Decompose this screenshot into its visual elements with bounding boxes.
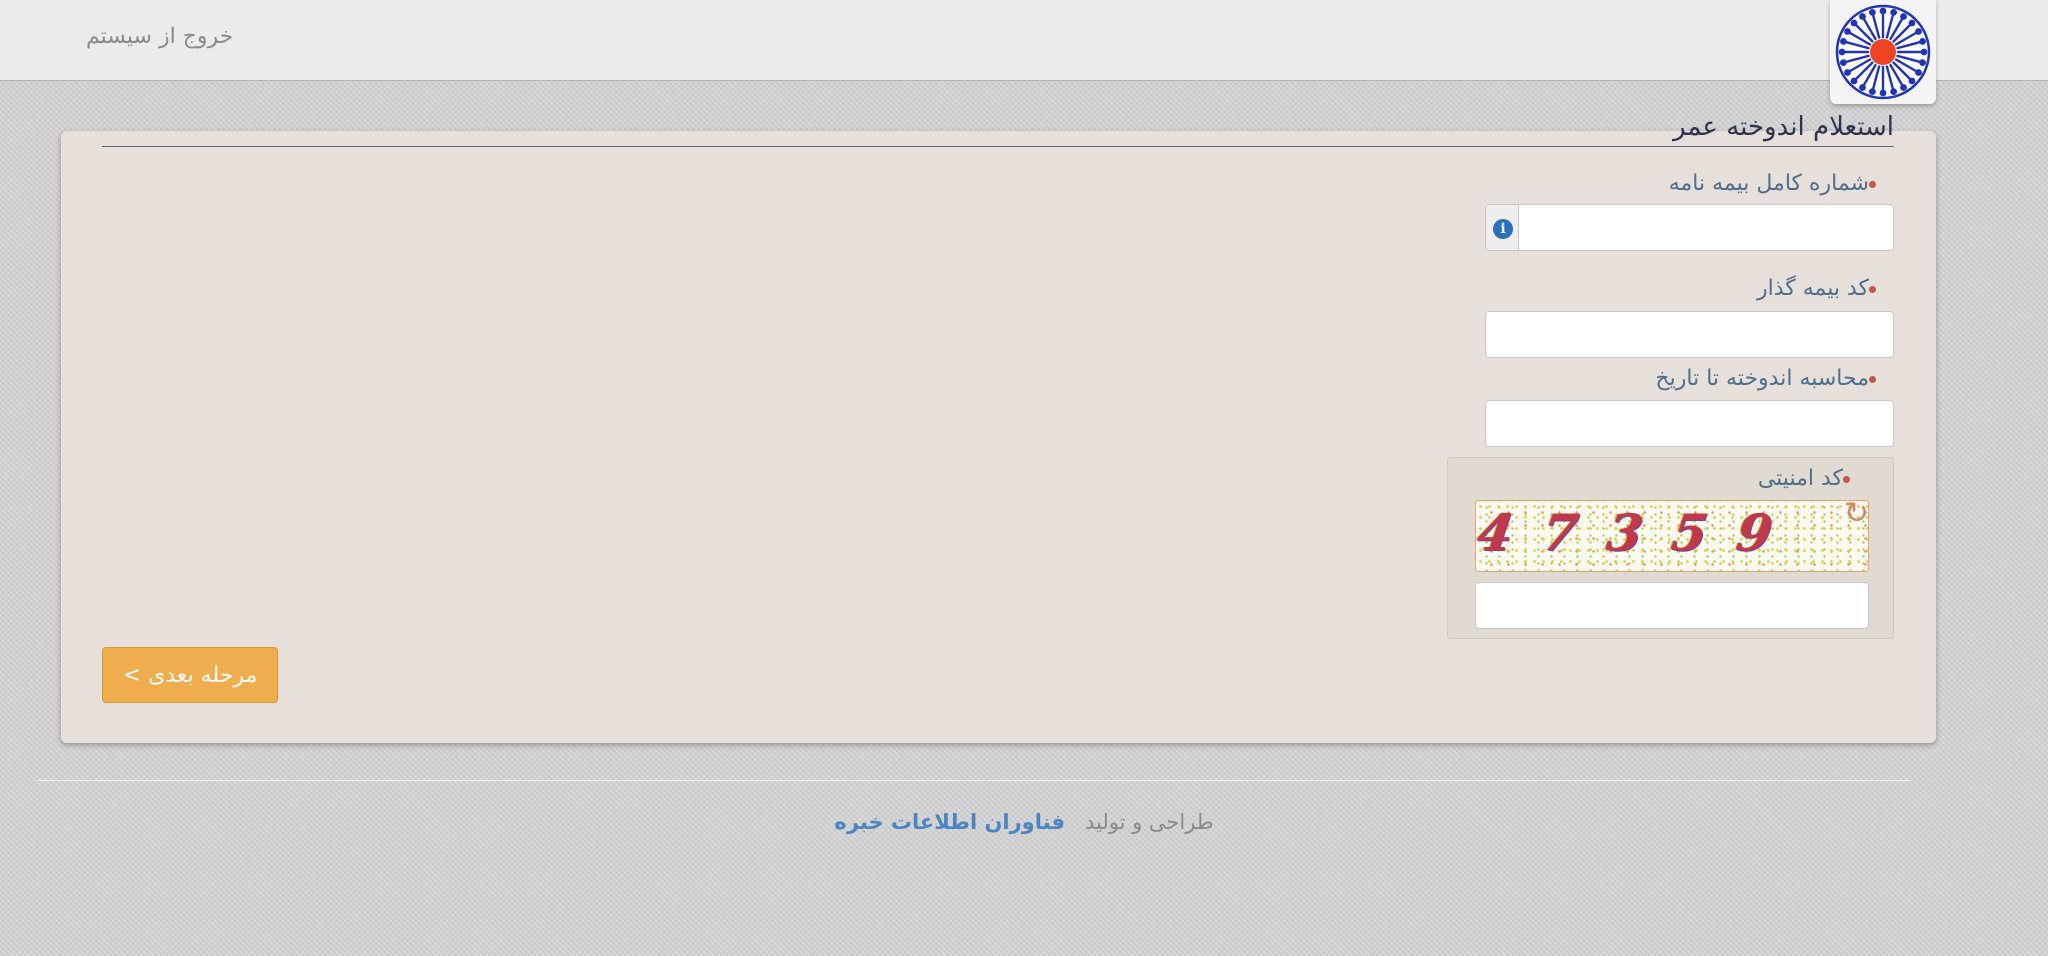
required-marker — [1869, 180, 1876, 188]
company-link[interactable]: فناوران اطلاعات خبره — [834, 810, 1065, 834]
info-addon[interactable]: i — [1485, 204, 1519, 251]
refresh-icon[interactable]: ↻ — [1844, 501, 1868, 529]
policy-number-input[interactable] — [1518, 204, 1894, 251]
captcha-code: 47359 — [1475, 503, 1807, 562]
captcha-label: کد امنیتی — [1758, 466, 1868, 491]
calc-date-label-text: محاسبه اندوخته تا تاریخ — [1655, 366, 1869, 391]
captcha-label-text: کد امنیتی — [1757, 466, 1843, 491]
logout-link[interactable]: خروج از سیستم — [86, 24, 233, 49]
inquiry-panel: استعلام اندوخته عمر شماره کامل بیمه نامه… — [61, 112, 1936, 743]
top-navbar: خروج از سیستم — [0, 0, 2048, 104]
next-step-button[interactable]: مرحله بعدی > — [102, 647, 278, 703]
panel-title: استعلام اندوخته عمر — [1673, 112, 1894, 142]
calc-date-label: محاسبه اندوخته تا تاریخ — [1655, 366, 1894, 391]
footer-prefix: طراحی و تولید — [1084, 810, 1214, 834]
footer: طراحی و تولید فناوران اطلاعات خبره — [0, 810, 2048, 834]
policyholder-code-label-text: کد بیمه گذار — [1756, 276, 1869, 301]
required-marker — [1869, 375, 1876, 383]
info-icon[interactable]: i — [1493, 219, 1513, 239]
policy-number-label: شماره کامل بیمه نامه — [1669, 171, 1894, 196]
required-marker — [1869, 285, 1876, 293]
captcha-section: کد امنیتی 47359 ↻ — [1447, 457, 1894, 639]
title-divider — [102, 146, 1894, 147]
footer-divider — [37, 780, 1911, 781]
emblem-logo — [1835, 4, 1931, 100]
required-marker — [1843, 475, 1850, 483]
policyholder-code-input[interactable] — [1485, 311, 1894, 358]
captcha-input[interactable] — [1475, 582, 1869, 629]
policyholder-code-label: کد بیمه گذار — [1757, 276, 1894, 301]
logo-container[interactable] — [1830, 0, 1936, 104]
calc-date-input[interactable] — [1485, 400, 1894, 447]
policy-number-label-text: شماره کامل بیمه نامه — [1668, 171, 1869, 196]
captcha-image: 47359 ↻ — [1475, 500, 1869, 572]
